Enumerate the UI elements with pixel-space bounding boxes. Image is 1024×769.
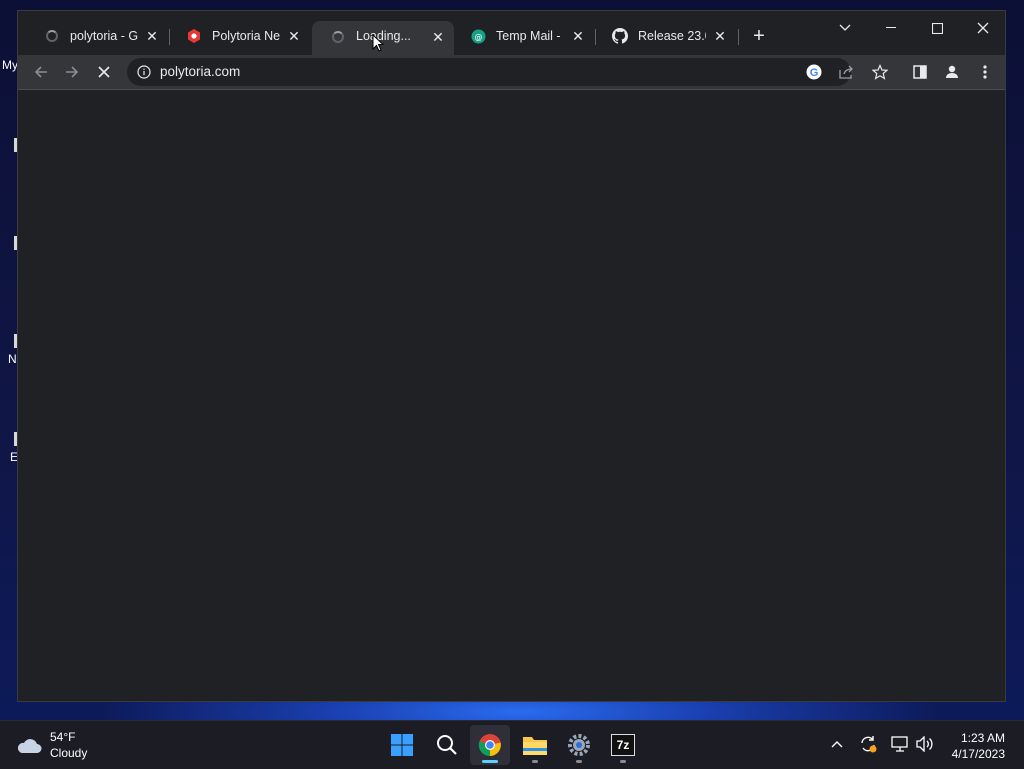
file-explorer-icon [523,737,547,755]
minimize-button[interactable] [868,15,914,41]
weather-temp: 54°F [50,730,76,744]
close-icon[interactable]: ✕ [286,28,302,44]
browser-toolbar: polytoria.com G [18,55,1005,90]
address-bar[interactable]: polytoria.com G [127,58,854,86]
url-text: polytoria.com [160,64,241,79]
7zip-icon: 7z [611,734,635,756]
tab-title: Release 23.0.2 [638,29,706,43]
page-content-area[interactable] [18,90,1005,701]
chevron-down-icon [839,24,851,31]
running-indicator [482,760,498,763]
running-indicator [620,760,626,763]
tab-github-release[interactable]: Release 23.0.2 ✕ [594,21,736,51]
clock-date: 4/17/2023 [951,747,1005,761]
mouse-cursor-icon [372,33,385,57]
stop-loading-button[interactable] [93,61,115,83]
volume-icon [916,736,933,752]
system-clock[interactable]: 1:23 AM 4/17/2023 [952,730,1005,762]
back-icon [34,66,47,78]
loading-spinner-icon [330,29,346,45]
svg-text:G: G [810,67,819,79]
search-icon [437,735,457,755]
polytoria-logo-icon [186,28,202,44]
volume-tray-button[interactable] [914,733,936,755]
weather-condition: Cloudy [50,746,88,760]
minimize-icon [886,27,896,28]
windows-start-icon [391,734,413,756]
running-indicator [576,760,582,763]
chrome-menu-button[interactable] [974,61,996,83]
desktop-icon-label: My [2,58,18,72]
side-panel-button[interactable] [909,61,931,83]
taskbar-settings[interactable] [559,725,599,765]
chrome-icon [478,734,501,757]
tab-strip: polytoria - Goo ✕ Polytoria New ✕ Loadin… [18,11,1005,61]
desktop-icon-label: N [8,352,17,366]
start-button[interactable] [382,725,422,765]
taskbar-search-button[interactable] [427,725,467,765]
maximize-button[interactable] [914,15,960,41]
loading-spinner-icon [44,28,60,44]
tab-search-button[interactable] [822,15,868,41]
new-tab-button[interactable]: + [750,26,768,46]
weather-widget[interactable]: 54°F Cloudy [16,729,87,761]
info-icon[interactable] [137,65,151,84]
google-lens-icon[interactable]: G [806,64,822,85]
taskbar-7zip[interactable]: 7z [603,725,643,765]
forward-icon [66,66,79,78]
tab-separator [738,29,739,45]
network-tray-button[interactable] [889,733,911,755]
close-icon[interactable]: ✕ [144,28,160,44]
cloud-icon [17,739,42,753]
menu-icon [983,65,987,79]
back-button[interactable] [30,61,52,83]
profile-icon [946,65,958,78]
maximize-icon [931,22,943,34]
bookmark-button[interactable] [869,61,891,83]
chrome-window: polytoria - Goo ✕ Polytoria New ✕ Loadin… [17,10,1006,702]
profile-button[interactable] [941,61,963,83]
settings-icon [568,734,590,756]
taskbar-chrome[interactable] [470,725,510,765]
update-tray-button[interactable] [857,733,879,755]
forward-button[interactable] [61,61,83,83]
taskbar-file-explorer[interactable] [515,725,555,765]
taskbar: 54°F Cloudy 7z 1:23 AM 4/17/2023 [0,720,1024,769]
sync-update-icon [861,736,877,753]
tab-title: Polytoria New [212,29,280,43]
close-icon[interactable]: ✕ [570,28,586,44]
svg-text:@: @ [474,32,482,41]
stop-icon [98,66,110,78]
show-hidden-icons-button[interactable] [826,733,848,755]
close-icon [977,22,989,34]
tempmail-logo-icon: @ [470,28,486,44]
clock-time: 1:23 AM [960,731,1005,745]
tab-title: Loading... [356,29,411,43]
close-icon[interactable]: ✕ [712,28,728,44]
tab-polytoria-news[interactable]: Polytoria New ✕ [168,21,310,51]
tab-polytoria-google[interactable]: polytoria - Goo ✕ [26,21,168,51]
tab-temp-mail[interactable]: @ Temp Mail - Di ✕ [452,21,594,51]
running-indicator [532,760,538,763]
share-icon[interactable] [838,64,854,85]
chevron-up-icon [831,741,843,748]
close-icon[interactable]: ✕ [430,29,446,45]
github-icon [612,28,628,44]
tab-title: polytoria - Goo [70,29,138,43]
tab-title: Temp Mail - Di [496,29,564,43]
side-panel-icon [913,65,927,79]
close-window-button[interactable] [960,15,1006,41]
network-icon [891,736,908,752]
bookmark-star-icon [872,64,888,80]
